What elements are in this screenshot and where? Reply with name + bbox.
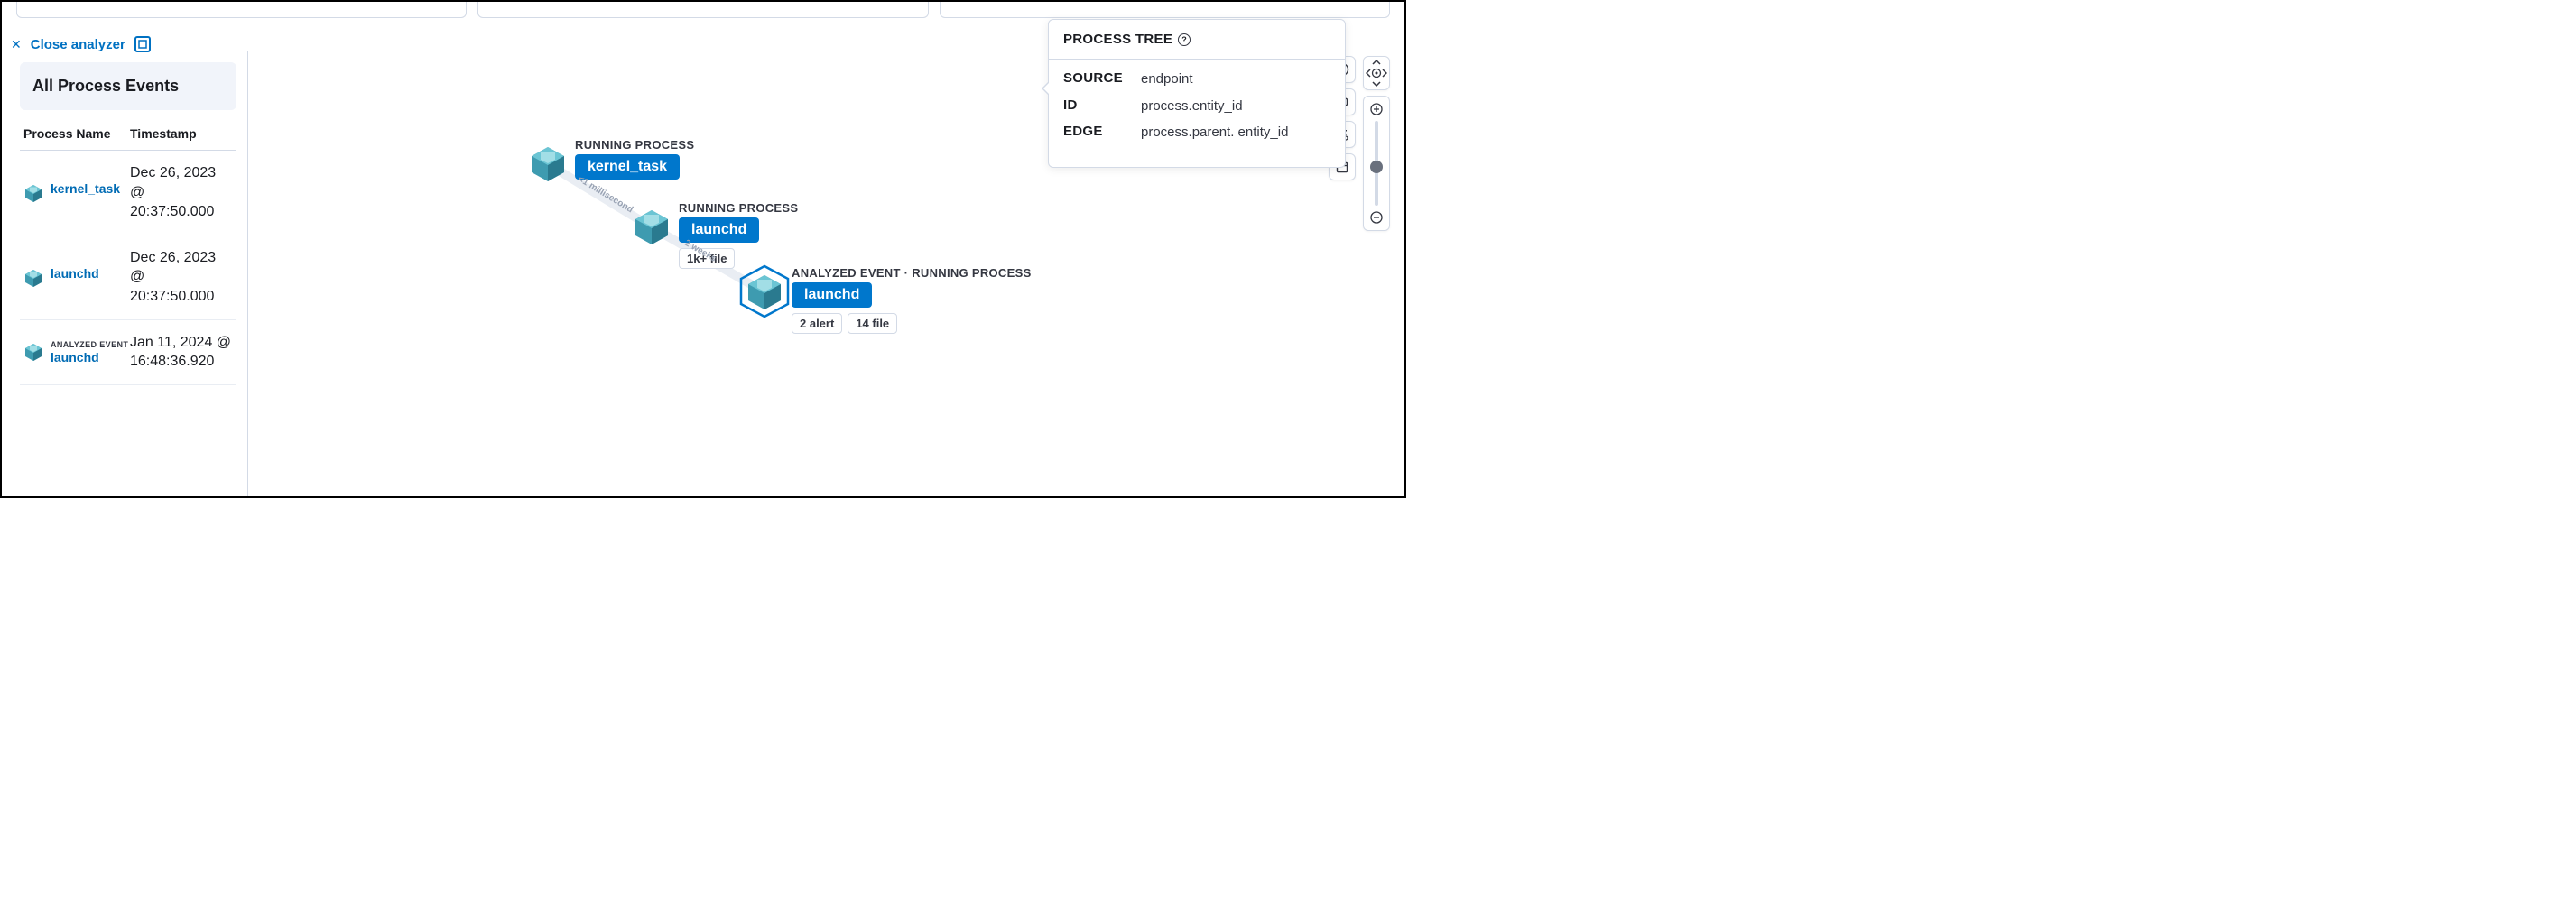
tree-value: process.entity_id	[1141, 97, 1330, 115]
process-name-label: launchd	[51, 266, 99, 281]
tree-row: IDprocess.entity_id	[1063, 97, 1330, 115]
process-name-cell: launchd	[23, 266, 130, 288]
nav-pad[interactable]	[1363, 56, 1390, 90]
sidebar-header: All Process Events	[20, 62, 236, 110]
cube-icon	[528, 143, 568, 183]
process-events-sidebar: All Process Events Process Name Timestam…	[9, 51, 248, 496]
tree-key: ID	[1063, 97, 1141, 113]
analyzer-container: All Process Events Process Name Timestam…	[9, 51, 1397, 496]
zoom-in-button[interactable]	[1368, 101, 1385, 117]
chevron-right-icon	[1382, 69, 1387, 78]
table-row[interactable]: launchd Dec 26, 2023 @ 20:37:50.000	[20, 235, 236, 320]
toolbar-right-col	[1363, 56, 1390, 231]
node-status-label: RUNNING PROCESS	[575, 138, 694, 152]
node-badges: 2 alert 14 file	[792, 313, 897, 334]
table-header: Process Name Timestamp	[20, 126, 236, 151]
node-name-pill[interactable]: kernel_task	[575, 154, 680, 180]
tree-key: EDGE	[1063, 124, 1141, 139]
panel-stub	[477, 2, 928, 18]
timestamp-cell: Jan 11, 2024 @ 16:48:36.920	[130, 333, 233, 372]
cube-icon	[23, 268, 43, 288]
node-status-label: RUNNING PROCESS	[679, 201, 798, 215]
process-tree-title-text: PROCESS TREE	[1063, 32, 1172, 47]
analyzed-event-tag: ANALYZED EVENT	[51, 340, 128, 350]
node-status-label: ANALYZED EVENT · RUNNING PROCESS	[792, 266, 1032, 280]
zoom-out-button[interactable]	[1368, 209, 1385, 226]
sidebar-title: All Process Events	[32, 77, 224, 96]
close-analyzer-label[interactable]: Close analyzer	[31, 37, 125, 52]
chevron-up-icon	[1372, 60, 1381, 65]
process-graph-canvas[interactable]: PROCESS TREE ? SOURCEendpointIDprocess.e…	[248, 51, 1397, 496]
process-name-label: launchd	[51, 350, 128, 364]
zoom-panel	[1363, 96, 1390, 231]
node-name-pill[interactable]: launchd	[792, 282, 872, 308]
panel-stub	[940, 2, 1390, 18]
node-badge-item[interactable]: 2 alert	[792, 313, 842, 334]
zoom-slider-thumb[interactable]	[1370, 161, 1383, 173]
chevron-down-icon	[1372, 81, 1381, 87]
zoom-slider[interactable]	[1375, 121, 1378, 206]
panel-stub	[16, 2, 467, 18]
cube-icon	[23, 183, 43, 203]
help-icon[interactable]: ?	[1178, 33, 1191, 46]
column-header-timestamp[interactable]: Timestamp	[130, 126, 233, 141]
process-tree-title: PROCESS TREE ?	[1049, 20, 1345, 60]
process-name-cell: ANALYZED EVENTlaunchd	[23, 340, 130, 364]
target-icon	[1371, 68, 1382, 78]
cube-icon	[745, 272, 784, 311]
node-badge-item[interactable]: 14 file	[848, 313, 897, 334]
process-name-cell: kernel_task	[23, 181, 130, 203]
top-panels-row	[2, 2, 1404, 18]
tree-row: SOURCEendpoint	[1063, 70, 1330, 88]
timestamp-cell: Dec 26, 2023 @ 20:37:50.000	[130, 248, 233, 307]
table-row[interactable]: ANALYZED EVENTlaunchdJan 11, 2024 @ 16:4…	[20, 320, 236, 385]
tree-key: SOURCE	[1063, 70, 1141, 86]
column-header-name[interactable]: Process Name	[23, 126, 130, 141]
cube-icon	[632, 207, 672, 246]
process-tree-panel: PROCESS TREE ? SOURCEendpointIDprocess.e…	[1048, 19, 1346, 168]
panel-pointer	[1042, 81, 1049, 96]
table-row[interactable]: kernel_task Dec 26, 2023 @ 20:37:50.000	[20, 151, 236, 235]
tree-value: process.parent. entity_id	[1141, 124, 1330, 142]
cube-icon	[23, 342, 43, 362]
close-icon[interactable]: ✕	[11, 37, 22, 52]
timestamp-cell: Dec 26, 2023 @ 20:37:50.000	[130, 163, 233, 222]
edge-duration-label: <1 millisecond	[576, 174, 635, 215]
process-tree-body: SOURCEendpointIDprocess.entity_idEDGEpro…	[1049, 60, 1345, 167]
tree-value: endpoint	[1141, 70, 1330, 88]
tree-row: EDGEprocess.parent. entity_id	[1063, 124, 1330, 142]
node-name-pill[interactable]: launchd	[679, 217, 759, 243]
table-body: kernel_task Dec 26, 2023 @ 20:37:50.000 l…	[20, 151, 236, 385]
process-name-label: kernel_task	[51, 181, 120, 196]
